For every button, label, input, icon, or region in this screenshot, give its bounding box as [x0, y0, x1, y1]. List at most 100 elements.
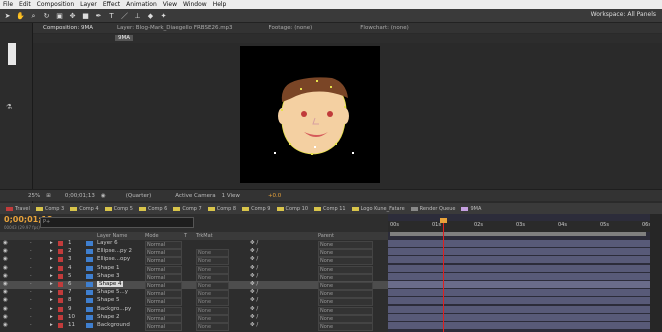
eye-icon[interactable]: ◉ — [3, 240, 8, 246]
layer-duration-bar[interactable] — [388, 240, 650, 247]
exposure-value[interactable]: +0.0 — [268, 193, 281, 199]
twirl-arrow-icon[interactable]: ▸ — [50, 240, 53, 246]
lock-icon[interactable]: · — [30, 265, 32, 271]
column-t[interactable]: T — [184, 233, 187, 239]
eye-icon[interactable]: ◉ — [3, 306, 8, 312]
eye-icon[interactable]: ◉ — [3, 273, 8, 279]
layer-duration-bar[interactable] — [388, 264, 650, 272]
timeline-tab[interactable]: Comp 3 — [35, 206, 64, 212]
eraser-tool-icon[interactable]: ◆ — [145, 11, 156, 21]
eye-icon[interactable]: ◉ — [3, 322, 8, 328]
lock-icon[interactable]: · — [30, 289, 32, 295]
eye-icon[interactable]: ◉ — [3, 289, 8, 295]
work-area-bar[interactable] — [390, 232, 646, 236]
snapshot-icon[interactable]: ◉ — [101, 193, 106, 199]
layer-switches[interactable]: ✥ / — [250, 306, 258, 312]
layer-row[interactable]: ◉ · ▸ 8 Shape 5 Normal None ✥ / None — [0, 297, 388, 307]
timeline-tab[interactable]: Comp 7 — [173, 206, 202, 212]
timeline-tab[interactable]: Render Queue — [410, 206, 455, 212]
timeline-tab[interactable]: Logo Kune_Fatare — [351, 206, 405, 212]
brush-tool-icon[interactable]: ／ — [119, 11, 130, 21]
layer-label-color[interactable] — [58, 306, 63, 312]
menu-help[interactable]: Help — [213, 1, 227, 8]
menu-window[interactable]: Window — [183, 1, 207, 8]
layer-row[interactable]: ◉ · ▸ 5 Shape 3 Normal None ✥ / None — [0, 273, 388, 282]
layer-label-color[interactable] — [58, 298, 63, 304]
layer-name[interactable]: Shape 5 — [97, 297, 119, 303]
layer-label-color[interactable] — [58, 249, 63, 255]
timeline-tab[interactable]: Comp 5 — [104, 206, 133, 212]
layer-name[interactable]: Shape 5...y — [97, 289, 128, 295]
layer-row[interactable]: ◉ · ▸ 10 Shape 2 Normal None ✥ / None — [0, 314, 388, 323]
layer-duration-bar[interactable] — [388, 322, 650, 329]
layer-name[interactable]: Background — [97, 322, 130, 328]
twirl-arrow-icon[interactable]: ▸ — [50, 256, 53, 262]
twirl-arrow-icon[interactable]: ▸ — [50, 289, 53, 295]
layer-name[interactable]: Shape 2 — [97, 314, 119, 320]
lock-icon[interactable]: · — [30, 306, 32, 312]
playhead-handle[interactable] — [440, 218, 447, 223]
layer-label-color[interactable] — [58, 257, 63, 263]
tab-flowchart[interactable]: Flowchart: (none) — [360, 25, 408, 31]
rectangle-tool-icon[interactable]: ■ — [80, 11, 91, 21]
layer-name[interactable]: Ellipse...opy — [97, 256, 130, 262]
rotate-tool-icon[interactable]: ↻ — [41, 11, 52, 21]
twirl-arrow-icon[interactable]: ▸ — [50, 322, 53, 328]
eye-icon[interactable]: ◉ — [3, 256, 8, 262]
layer-row[interactable]: ◉ · ▸ 1 Layer 6 Normal ✥ / None — [0, 240, 388, 249]
layer-switches[interactable]: ✥ / — [250, 265, 258, 271]
layer-duration-bar[interactable] — [388, 297, 650, 305]
menu-edit[interactable]: Edit — [19, 1, 31, 8]
twirl-arrow-icon[interactable]: ▸ — [50, 273, 53, 279]
track-matte-select[interactable]: None — [196, 323, 229, 331]
workspace-selector[interactable]: Workspace: All Panels — [591, 11, 656, 18]
layer-label-color[interactable] — [58, 273, 63, 279]
clone-tool-icon[interactable]: ⊥ — [132, 11, 143, 21]
layer-label-color[interactable] — [58, 265, 63, 271]
layer-label-color[interactable] — [58, 314, 63, 320]
menu-layer[interactable]: Layer — [80, 1, 97, 8]
layer-name[interactable]: Ellipse...py 2 — [97, 248, 132, 254]
column-parent[interactable]: Parent — [318, 233, 334, 239]
tab-layer[interactable]: Layer: Blog-Mark_Diaegello FRBSE26.mp3 — [117, 25, 233, 31]
grid-icon[interactable]: ⊞ — [46, 193, 51, 199]
layer-label-color[interactable] — [58, 241, 63, 246]
lock-icon[interactable]: · — [30, 297, 32, 303]
layer-duration-bar[interactable] — [388, 305, 650, 313]
time-ruler[interactable]: 00s 01s 02s 03s 04s 05s 06s — [388, 221, 651, 232]
timeline-tab[interactable]: Comp 4 — [70, 206, 99, 212]
timeline-scrollbar[interactable] — [650, 214, 662, 332]
layer-row[interactable]: ◉ · ▸ 7 Shape 5...y Normal None ✥ / None — [0, 289, 388, 299]
timeline-tab[interactable]: Comp 11 — [314, 206, 346, 212]
current-time-display[interactable]: 0;00;01;13 — [65, 193, 95, 199]
layer-switches[interactable]: ✥ / — [250, 281, 258, 287]
resolution-select[interactable]: (Quarter) — [126, 193, 152, 199]
timeline-tab[interactable]: Comp 9 — [242, 206, 271, 212]
layer-name[interactable]: Shape 1 — [97, 265, 119, 271]
lock-icon[interactable]: · — [30, 273, 32, 279]
lock-icon[interactable]: · — [30, 248, 32, 254]
puppet-tool-icon[interactable]: ✦ — [158, 11, 169, 21]
camera-tool-icon[interactable]: ▣ — [54, 11, 65, 21]
layer-row[interactable]: ◉ · ▸ 9 Backgro...py Normal None ✥ / None — [0, 306, 388, 315]
layer-row[interactable]: ◉ · ▸ 6 Shape 4 Normal None ✥ / None — [0, 281, 388, 290]
type-tool-icon[interactable]: T — [106, 11, 117, 21]
layer-name[interactable]: Shape 3 — [97, 273, 119, 279]
menu-file[interactable]: File — [3, 1, 13, 8]
layer-duration-bar[interactable] — [388, 289, 650, 297]
layer-row[interactable]: ◉ · ▸ 3 Ellipse...opy Normal None ✥ / None — [0, 256, 388, 266]
layer-switches[interactable]: ✥ / — [250, 248, 258, 254]
view-layout-select[interactable]: 1 View — [222, 193, 240, 199]
layer-label-color[interactable] — [58, 282, 63, 287]
column-mode[interactable]: Mode — [145, 233, 159, 239]
layer-label-color[interactable] — [58, 290, 63, 296]
lock-icon[interactable]: · — [30, 314, 32, 320]
timeline-tab[interactable]: 9MA — [461, 206, 481, 212]
zoom-level-select[interactable]: 25% — [28, 193, 40, 199]
timeline-tab[interactable]: Comp 6 — [139, 206, 167, 212]
layer-duration-bar[interactable] — [388, 313, 650, 321]
layer-switches[interactable]: ✥ / — [250, 322, 258, 328]
twirl-arrow-icon[interactable]: ▸ — [50, 281, 53, 287]
menu-animation[interactable]: Animation — [126, 1, 157, 8]
layer-label-color[interactable] — [58, 323, 63, 328]
